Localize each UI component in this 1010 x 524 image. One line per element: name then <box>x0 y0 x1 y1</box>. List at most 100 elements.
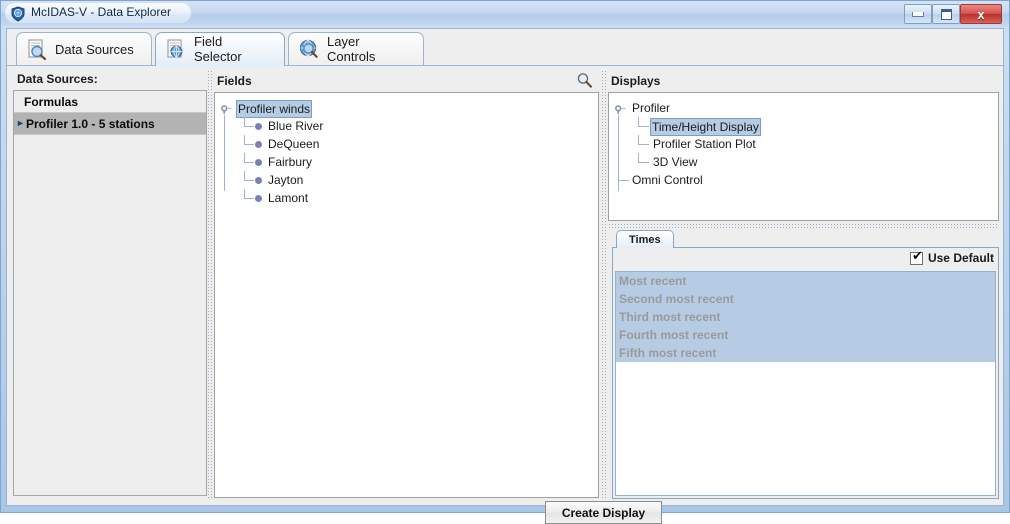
tree-label[interactable]: Profiler Station Plot <box>651 135 758 153</box>
list-item[interactable]: Fourth most recent <box>616 326 995 344</box>
fields-tree-body: Profiler winds Blue River DeQueen Fairbu… <box>215 93 598 207</box>
tree-branch-line <box>244 126 254 127</box>
data-source-item-profiler[interactable]: ► Profiler 1.0 - 5 stations <box>14 113 206 135</box>
checkmark-icon: ✔ <box>911 248 923 264</box>
tree-leaf-blue-river[interactable]: Blue River <box>215 117 598 135</box>
expand-arrow-icon: ► <box>16 118 25 128</box>
tree-branch-vline <box>244 171 245 181</box>
data-sources-label: Data Sources: <box>17 72 98 86</box>
tab-field-selector-label: Field Selector <box>194 34 242 64</box>
displays-pane: Displays Profiler Time/Height Display Pr… <box>608 70 999 500</box>
tree-branch-vline <box>638 117 639 127</box>
tab-times[interactable]: Times <box>616 230 674 248</box>
displays-title: Displays <box>611 74 661 88</box>
window-title: McIDAS-V - Data Explorer <box>31 5 172 19</box>
maximize-button[interactable] <box>932 4 960 24</box>
tree-leaf-fairbury[interactable]: Fairbury <box>215 153 598 171</box>
tree-label[interactable]: Time/Height Display <box>650 118 761 136</box>
tree-branch-line <box>244 144 254 145</box>
selected-tab-underline-mask <box>156 65 284 67</box>
split-divider-left[interactable] <box>207 70 214 500</box>
times-list[interactable]: Most recent Second most recent Third mos… <box>615 271 996 496</box>
client-area: Data Sources Field Selector Layer Contro… <box>6 28 1004 524</box>
tree-node-profiler[interactable]: Profiler <box>609 99 998 117</box>
tab-layer-controls[interactable]: Layer Controls <box>288 32 424 65</box>
tab-strip: Data Sources Field Selector Layer Contro… <box>7 29 1003 67</box>
tree-leaf-3d-view[interactable]: 3D View <box>609 153 998 171</box>
tree-leaf-lamont[interactable]: Lamont <box>215 189 598 207</box>
list-item[interactable]: Second most recent <box>616 290 995 308</box>
tree-branch-vline <box>244 135 245 145</box>
application-window: McIDAS-V - Data Explorer x Data Sources … <box>0 0 1010 524</box>
tree-branch-vline <box>244 117 245 127</box>
tree-branch-vline <box>244 153 245 163</box>
tab-field-selector[interactable]: Field Selector <box>155 32 285 65</box>
use-default-label: Use Default <box>927 251 994 265</box>
tree-leaf-profiler-station-plot[interactable]: Profiler Station Plot <box>609 135 998 153</box>
split-divider-horizontal[interactable] <box>608 223 999 230</box>
title-bar: McIDAS-V - Data Explorer x <box>1 1 1009 26</box>
maximize-icon <box>940 8 952 20</box>
tree-node-profiler-winds[interactable]: Profiler winds <box>215 99 598 118</box>
leaf-dot-icon <box>255 159 262 166</box>
tree-label[interactable]: Profiler <box>630 99 672 117</box>
tree-branch-line <box>618 180 629 181</box>
leaf-dot-icon <box>255 141 262 148</box>
tree-branch-line <box>638 162 649 163</box>
tree-leaf-time-height-display[interactable]: Time/Height Display <box>609 117 998 136</box>
globe-magnifier-icon <box>298 38 320 60</box>
tree-branch-line <box>638 144 649 145</box>
tree-leaf-jayton[interactable]: Jayton <box>215 171 598 189</box>
data-sources-list[interactable]: Formulas ► Profiler 1.0 - 5 stations <box>13 90 207 496</box>
leaf-dot-icon <box>255 195 262 202</box>
minimize-button[interactable] <box>904 4 932 24</box>
fields-title: Fields <box>217 74 252 88</box>
tab-times-label: Times <box>629 233 661 246</box>
search-icon[interactable] <box>576 72 593 89</box>
displays-tree[interactable]: Profiler Time/Height Display Profiler St… <box>608 92 999 221</box>
tree-branch-line <box>244 198 254 199</box>
fields-header: Fields <box>214 70 601 92</box>
tree-node-omni-control[interactable]: Omni Control <box>609 171 998 189</box>
leaf-dot-icon <box>255 177 262 184</box>
data-source-label: Formulas <box>24 94 79 109</box>
fields-pane: Fields Profiler winds Blue River DeQueen… <box>214 70 601 500</box>
tree-label[interactable]: Fairbury <box>266 153 314 171</box>
list-item[interactable]: Third most recent <box>616 308 995 326</box>
tree-label[interactable]: DeQueen <box>266 135 321 153</box>
tree-label[interactable]: Omni Control <box>630 171 705 189</box>
use-default-checkbox[interactable]: ✔ <box>909 248 923 265</box>
list-item[interactable]: Most recent <box>616 272 995 290</box>
close-icon: x <box>977 6 985 22</box>
tab-data-sources-label: Data Sources <box>55 41 134 57</box>
minimize-icon <box>912 11 924 17</box>
list-item[interactable]: Fifth most recent <box>616 344 995 362</box>
tree-label[interactable]: Profiler winds <box>236 100 313 118</box>
times-panel: Times ✔ Use Default Most recent Second m… <box>608 230 999 500</box>
data-source-label: Profiler 1.0 - 5 stations <box>26 116 155 131</box>
tree-branch-line <box>638 126 649 127</box>
tree-branch-vline <box>244 189 245 199</box>
tree-label[interactable]: Blue River <box>266 117 325 135</box>
leaf-dot-icon <box>255 123 262 130</box>
split-divider-right[interactable] <box>601 70 608 500</box>
use-default-row[interactable]: ✔ Use Default <box>909 248 994 265</box>
tree-leaf-dequeen[interactable]: DeQueen <box>215 135 598 153</box>
tree-label[interactable]: 3D View <box>651 153 699 171</box>
fields-tree[interactable]: Profiler winds Blue River DeQueen Fairbu… <box>214 92 599 498</box>
tree-branch-line <box>244 162 254 163</box>
data-sources-pane: Data Sources: Formulas ► Profiler 1.0 - … <box>13 70 209 500</box>
tree-expand-handle-icon[interactable] <box>221 103 232 114</box>
tree-expand-handle-icon[interactable] <box>615 103 626 114</box>
close-button[interactable]: x <box>960 4 1002 24</box>
tree-label[interactable]: Lamont <box>266 189 310 207</box>
tab-data-sources[interactable]: Data Sources <box>16 32 152 65</box>
globe-shield-icon <box>10 6 26 22</box>
tree-branch-vline <box>638 135 639 145</box>
tree-branch-line <box>244 180 254 181</box>
data-source-item-formulas[interactable]: Formulas <box>14 91 206 113</box>
tree-label[interactable]: Jayton <box>266 171 305 189</box>
displays-header: Displays <box>608 70 999 92</box>
document-magnifier-icon <box>26 38 48 61</box>
tab-layer-controls-label: Layer Controls <box>327 34 376 64</box>
